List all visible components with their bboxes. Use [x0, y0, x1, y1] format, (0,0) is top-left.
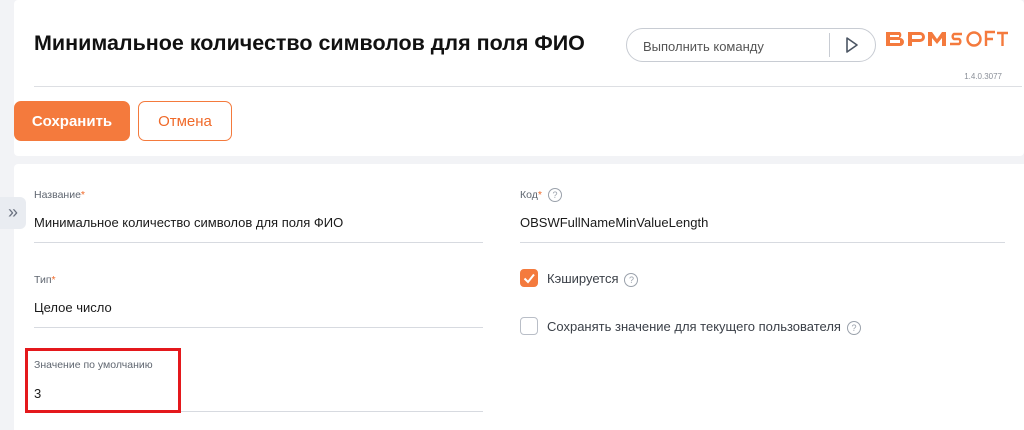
- run-command-icon[interactable]: [839, 35, 863, 55]
- required-marker: *: [537, 188, 542, 201]
- highlight-annotation: [25, 348, 181, 413]
- cached-label-text: Кэшируется: [547, 271, 619, 286]
- type-label: Тип*: [34, 274, 56, 286]
- expand-panel-icon[interactable]: »: [0, 197, 26, 229]
- name-underline: [34, 242, 483, 243]
- save-for-user-label: Сохранять значение для текущего пользова…: [547, 319, 861, 335]
- required-marker: *: [80, 189, 86, 201]
- bpmsoft-logo: [886, 30, 1008, 47]
- checkmark-icon: [523, 273, 535, 284]
- type-label-text: Тип: [34, 274, 52, 286]
- command-box: [626, 28, 876, 63]
- type-underline: [34, 327, 483, 328]
- cached-checkbox[interactable]: [520, 269, 538, 287]
- name-label: Название*: [34, 189, 85, 201]
- code-label-text: Код: [520, 188, 538, 201]
- name-value[interactable]: Минимальное количество символов для поля…: [34, 215, 343, 230]
- help-icon[interactable]: ?: [547, 188, 562, 202]
- command-separator: [829, 33, 830, 57]
- save-button[interactable]: Сохранить: [14, 101, 130, 141]
- save-for-user-label-text: Сохранять значение для текущего пользова…: [547, 319, 841, 334]
- page-title: Минимальное количество символов для поля…: [34, 31, 585, 55]
- command-input[interactable]: [627, 29, 845, 63]
- code-value[interactable]: OBSWFullNameMinValueLength: [520, 215, 708, 230]
- cached-label: Кэшируется?: [547, 271, 639, 287]
- version-label: 1.4.0.3077: [964, 72, 1002, 81]
- code-label: Код*?: [520, 188, 562, 202]
- save-for-user-checkbox[interactable]: [520, 317, 538, 335]
- help-icon[interactable]: ?: [846, 320, 861, 335]
- required-marker: *: [51, 274, 56, 286]
- name-label-text: Название: [34, 189, 81, 201]
- help-icon[interactable]: ?: [624, 272, 639, 287]
- type-value[interactable]: Целое число: [34, 300, 112, 315]
- cancel-button[interactable]: Отмена: [138, 101, 232, 141]
- header-divider: [34, 86, 1022, 87]
- code-underline: [520, 242, 1005, 243]
